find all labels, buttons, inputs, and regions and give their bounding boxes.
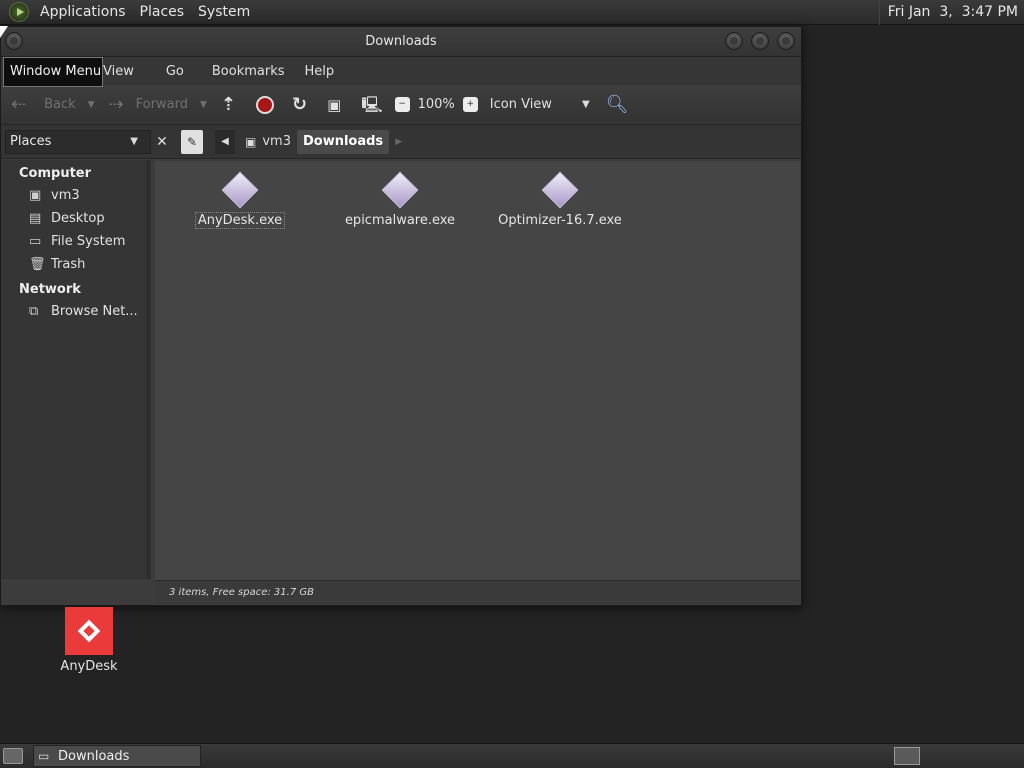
reload-icon: ↻ bbox=[291, 93, 308, 115]
sidebar-item-label: Desktop bbox=[51, 211, 105, 226]
executable-file-icon bbox=[541, 171, 579, 209]
system-menu[interactable]: System bbox=[191, 0, 257, 25]
taskbar-window-downloads[interactable]: ▭ Downloads bbox=[33, 745, 201, 767]
view-mode-select[interactable]: Icon View ▼ bbox=[490, 97, 590, 112]
file-item[interactable]: AnyDesk.exe bbox=[175, 171, 305, 229]
sidebar-item-label: Trash bbox=[51, 257, 86, 272]
desktop-folder-icon: ▤ bbox=[29, 210, 42, 226]
workspace-switcher[interactable] bbox=[894, 747, 920, 765]
stop-icon bbox=[255, 95, 274, 114]
zoom-out-icon: − bbox=[394, 97, 410, 112]
file-icon-view[interactable]: AnyDesk.exe epicmalware.exe Optimizer-16… bbox=[155, 161, 800, 580]
executable-file-icon bbox=[221, 171, 259, 209]
edit-icon: ✎ bbox=[186, 134, 198, 149]
file-name: Optimizer-16.7.exe bbox=[498, 213, 622, 228]
drive-icon: ▭ bbox=[29, 233, 42, 249]
sidebar-section-network: Network bbox=[19, 282, 81, 297]
window-title: Downloads bbox=[365, 34, 437, 49]
arrow-up-icon: ⇡ bbox=[220, 93, 236, 115]
arrow-left-icon: ⇠ bbox=[11, 93, 27, 115]
mouse-pointer-icon bbox=[0, 26, 8, 38]
places-menu[interactable]: Places bbox=[133, 0, 192, 25]
computer-button[interactable]: 🖳 bbox=[361, 94, 383, 114]
clock[interactable]: Fri Jan 3, 3:47 PM bbox=[878, 0, 1024, 25]
menu-bookmarks[interactable]: Bookmarks bbox=[198, 64, 299, 79]
back-button[interactable]: ⇠ Back ▼ bbox=[11, 93, 95, 115]
breadcrumb: ✎ ◀ ▣ vm3 Downloads ▶ bbox=[181, 129, 408, 154]
toolbar: ⇠ Back ▼ ⇢ Forward ▼ ⇡ ↻ ▣ 🖳 − 100% + Ic… bbox=[1, 85, 801, 125]
trash-icon: 🗑︎ bbox=[29, 256, 46, 272]
file-name: AnyDesk.exe bbox=[194, 212, 286, 229]
breadcrumb-vm3-label: vm3 bbox=[262, 134, 291, 149]
sidebar-item-file-system[interactable]: ▭ File System bbox=[1, 230, 146, 253]
menu-go[interactable]: Go bbox=[148, 64, 198, 79]
toggle-location-entry-button[interactable]: ✎ bbox=[181, 129, 203, 154]
zoom-in-icon: + bbox=[462, 97, 478, 112]
sidebar-section-computer: Computer bbox=[19, 166, 92, 181]
desktop-icon-label: AnyDesk bbox=[60, 659, 118, 674]
file-item[interactable]: epicmalware.exe bbox=[335, 171, 465, 228]
forward-history-dropdown-icon[interactable]: ▼ bbox=[200, 100, 207, 110]
sidebar-item-label: Browse Net... bbox=[51, 304, 138, 319]
zoom-out-button[interactable]: − bbox=[394, 97, 410, 112]
sidebar-item-browse-network[interactable]: ⧉ Browse Net... bbox=[1, 300, 146, 323]
home-folder-icon: ▣ bbox=[29, 187, 42, 203]
anydesk-app-icon bbox=[65, 607, 113, 655]
breadcrumb-scroll-right-icon[interactable]: ▶ bbox=[389, 130, 408, 154]
file-item[interactable]: Optimizer-16.7.exe bbox=[495, 171, 625, 228]
executable-file-icon bbox=[381, 171, 419, 209]
close-sidebar-icon[interactable]: ✕ bbox=[151, 134, 173, 150]
minimize-button[interactable] bbox=[725, 32, 743, 50]
file-name: epicmalware.exe bbox=[344, 213, 456, 228]
sidebar-type-select[interactable]: Places ▼ bbox=[5, 129, 151, 154]
show-desktop-icon[interactable] bbox=[3, 748, 23, 764]
reload-button[interactable]: ↻ bbox=[291, 93, 308, 115]
location-bar: Places ▼ ✕ ✎ ◀ ▣ vm3 Downloads ▶ bbox=[1, 125, 801, 159]
breadcrumb-vm3[interactable]: ▣ vm3 bbox=[239, 130, 297, 154]
home-button[interactable]: ▣ bbox=[327, 96, 341, 114]
stop-button[interactable] bbox=[255, 95, 274, 114]
status-bar: 3 items, Free space: 31.7 GB bbox=[155, 580, 800, 604]
home-folder-icon: ▣ bbox=[327, 95, 342, 114]
network-icon: ⧉ bbox=[29, 303, 39, 319]
chevron-down-icon: ▼ bbox=[130, 136, 138, 147]
menubar: View Go Bookmarks Help bbox=[1, 57, 801, 85]
computer-icon: 🖳 bbox=[361, 94, 383, 114]
applications-menu[interactable]: Applications bbox=[33, 0, 133, 25]
back-label: Back bbox=[44, 97, 76, 112]
menu-help[interactable]: Help bbox=[299, 64, 349, 79]
sidebar-item-label: File System bbox=[51, 234, 126, 249]
sidebar-item-desktop[interactable]: ▤ Desktop bbox=[1, 207, 146, 230]
search-icon: 🔍︎ bbox=[605, 93, 629, 115]
forward-label: Forward bbox=[135, 97, 188, 112]
main-menu-logo-icon[interactable] bbox=[9, 2, 29, 22]
maximize-button[interactable] bbox=[751, 32, 769, 50]
up-button[interactable]: ⇡ bbox=[220, 93, 236, 115]
titlebar[interactable]: Downloads bbox=[1, 27, 801, 57]
back-history-dropdown-icon[interactable]: ▼ bbox=[88, 100, 95, 110]
sidebar-item-label: vm3 bbox=[51, 188, 80, 203]
forward-button[interactable]: ⇢ Forward ▼ bbox=[108, 93, 207, 115]
search-button[interactable]: 🔍︎ bbox=[605, 93, 629, 115]
sidebar-type-label: Places bbox=[10, 134, 52, 149]
taskbar-window-label: Downloads bbox=[58, 748, 130, 764]
file-manager-window: Downloads View Go Bookmarks Help Window … bbox=[0, 26, 802, 606]
folder-icon: ▭ bbox=[38, 749, 50, 763]
breadcrumb-downloads[interactable]: Downloads bbox=[296, 129, 390, 154]
sidebar-item-trash[interactable]: 🗑︎ Trash bbox=[1, 253, 146, 276]
places-sidebar: Computer ▣ vm3 ▤ Desktop ▭ File System 🗑… bbox=[1, 160, 151, 579]
bottom-panel: ▭ Downloads bbox=[0, 743, 1024, 768]
zoom-level[interactable]: 100% bbox=[418, 97, 455, 112]
chevron-down-icon: ▼ bbox=[581, 99, 590, 110]
window-menu-tooltip: Window Menu bbox=[3, 57, 103, 87]
breadcrumb-scroll-left-icon[interactable]: ◀ bbox=[215, 129, 235, 154]
home-folder-icon: ▣ bbox=[245, 134, 257, 149]
desktop-icon-anydesk[interactable]: AnyDesk bbox=[60, 607, 118, 674]
top-panel: Applications Places System Fri Jan 3, 3:… bbox=[0, 0, 1024, 25]
sidebar-item-vm3[interactable]: ▣ vm3 bbox=[1, 184, 146, 207]
view-mode-label: Icon View bbox=[489, 97, 552, 112]
close-button[interactable] bbox=[777, 32, 795, 50]
zoom-in-button[interactable]: + bbox=[462, 97, 478, 112]
arrow-right-icon: ⇢ bbox=[108, 93, 124, 115]
